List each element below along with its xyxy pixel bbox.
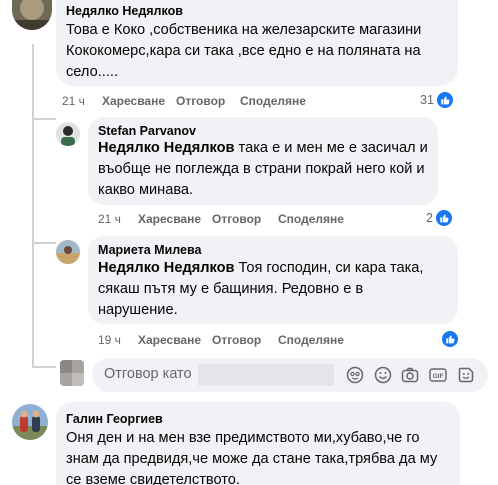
like-button-2[interactable]: Харесване — [138, 212, 201, 226]
thread-line-branch-1 — [32, 118, 56, 120]
comment-author-4[interactable]: Галин Георгиев — [66, 412, 163, 426]
gif-icon[interactable]: GIF — [429, 366, 447, 384]
reaction-count-1: 31 — [420, 93, 434, 107]
sticker-icon[interactable] — [457, 366, 475, 384]
thread-line-main — [32, 44, 34, 366]
thread-line-branch-3 — [32, 366, 56, 368]
comment-text-4: Оня ден и на мен взе предимството ми,хуб… — [66, 430, 438, 485]
comment-actions-2: 21 ч Харесване Отговор Споделяне — [98, 212, 438, 228]
avatar-galin[interactable] — [12, 404, 48, 440]
share-button-3[interactable]: Споделяне — [278, 333, 344, 347]
comment-text-2: Недялко Недялков така е и мен ме е засич… — [98, 138, 432, 201]
avatar-nedyalko[interactable] — [12, 0, 52, 30]
mention-link-3[interactable]: Недялко Недялков — [98, 260, 235, 276]
current-user-avatar — [60, 360, 84, 386]
emoji-icon[interactable] — [374, 366, 392, 384]
avatar-marieta[interactable] — [56, 240, 80, 264]
like-button-1[interactable]: Харесване — [102, 94, 165, 108]
thumbs-up-icon — [436, 92, 453, 108]
camera-icon[interactable] — [401, 366, 419, 384]
thumbs-up-icon[interactable] — [442, 331, 458, 347]
svg-text:GIF: GIF — [433, 373, 444, 380]
comment-author-2[interactable]: Stefan Parvanov — [98, 124, 196, 138]
share-button-1[interactable]: Споделяне — [240, 94, 306, 108]
comment-time-1[interactable]: 21 ч — [62, 94, 85, 108]
thread-line-branch-2 — [32, 242, 56, 244]
avatar-stefan[interactable] — [56, 122, 80, 146]
comment-time-3[interactable]: 19 ч — [98, 333, 121, 347]
comment-text-1: Това е Коко ,собственика на железарските… — [66, 22, 422, 80]
reply-input-placeholder[interactable]: Отговор като — [104, 366, 192, 382]
comment-author-3[interactable]: Мариета Милева — [98, 243, 201, 257]
reply-button-3[interactable]: Отговор — [212, 333, 261, 347]
comment-actions-1: 21 ч Харесване Отговор Споделяне — [62, 94, 462, 110]
share-button-2[interactable]: Споделяне — [278, 212, 344, 226]
reply-button-2[interactable]: Отговор — [212, 212, 261, 226]
comment-author-1[interactable]: Недялко Недялков — [66, 4, 183, 18]
thumbs-up-icon — [435, 210, 452, 226]
reaction-count-2: 2 — [426, 211, 433, 225]
mention-link-2[interactable]: Недялко Недялков — [98, 140, 235, 156]
avatar-sticker-icon[interactable] — [346, 366, 364, 384]
reply-button-1[interactable]: Отговор — [176, 94, 225, 108]
comment-time-2[interactable]: 21 ч — [98, 212, 121, 226]
like-button-3[interactable]: Харесване — [138, 333, 201, 347]
comment-actions-3: 19 ч Харесване Отговор Споделяне — [98, 333, 438, 349]
reaction-summary-1[interactable]: 31 — [420, 92, 453, 108]
reply-as-name — [198, 364, 334, 386]
comment-text-3: Недялко Недялков Тоя господин, си кара т… — [98, 258, 446, 321]
reaction-summary-2[interactable]: 2 — [426, 210, 452, 226]
